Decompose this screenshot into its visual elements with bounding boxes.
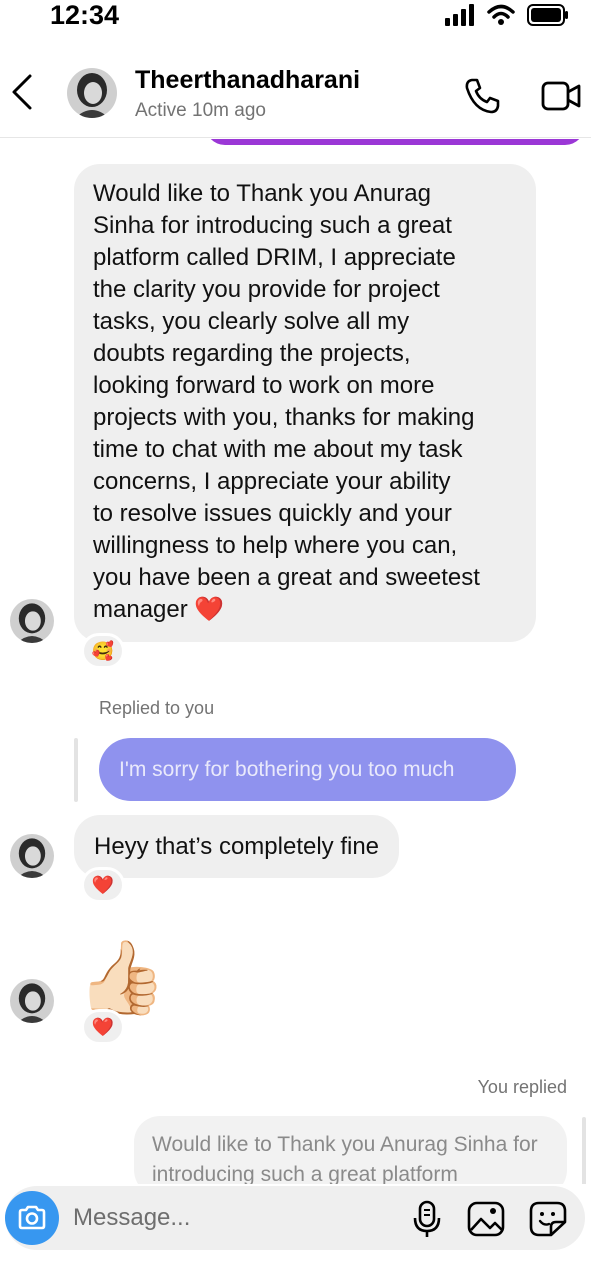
back-button[interactable] [8, 72, 38, 112]
video-camera-icon [541, 81, 581, 111]
camera-button[interactable] [5, 1191, 59, 1245]
replied-to-you-label: Replied to you [99, 698, 215, 718]
received-message-long[interactable]: Would like to Thank you Anurag Sinha for… [74, 164, 536, 642]
sender-avatar[interactable] [10, 834, 54, 878]
wifi-icon [487, 4, 515, 25]
message-thread[interactable]: Would like to Thank you Anurag Sinha for… [0, 139, 591, 1184]
received-message-short[interactable]: Heyy that’s completely fine [74, 815, 400, 878]
quoted-message[interactable]: I'm sorry for bothering you too much [99, 738, 516, 801]
contact-name[interactable]: Theerthanadharani [135, 66, 360, 95]
you-replied-label: You replied [477, 1077, 567, 1097]
contact-avatar[interactable] [67, 68, 117, 118]
sender-avatar[interactable] [10, 979, 54, 1023]
status-icons [445, 4, 569, 26]
signal-icon [445, 4, 474, 26]
sticker-icon [529, 1201, 567, 1237]
avatar-image [10, 599, 54, 643]
battery-icon [527, 4, 568, 26]
status-time: 12:34 [50, 0, 120, 30]
phone-icon [465, 78, 500, 114]
thumbs-up-message[interactable]: 👍🏻 [77, 933, 167, 1023]
avatar-image [10, 834, 54, 878]
message-reaction[interactable]: ❤️ [81, 1009, 125, 1045]
call-button[interactable] [462, 76, 502, 116]
sticker-button[interactable] [528, 1200, 568, 1238]
avatar-image [67, 68, 117, 118]
camera-icon [18, 1205, 46, 1230]
voice-message-button[interactable] [407, 1200, 447, 1238]
gallery-button[interactable] [466, 1200, 506, 1238]
avatar-image [10, 979, 54, 1023]
contact-status: Active 10m ago [135, 100, 266, 121]
microphone-icon [413, 1200, 441, 1237]
video-call-button[interactable] [540, 76, 582, 116]
message-reaction[interactable]: ❤️ [81, 867, 125, 903]
sender-avatar[interactable] [10, 599, 54, 643]
image-icon [467, 1201, 505, 1237]
my-quoted-message[interactable]: Would like to Thank you Anurag Sinha for… [134, 1116, 567, 1184]
reply-indicator-bar [582, 1117, 586, 1184]
chat-header: Theerthanadharani Active 10m ago [0, 50, 591, 138]
status-bar: 12:34 [0, 0, 591, 40]
sent-message-bubble-partial [205, 139, 585, 145]
message-input[interactable] [73, 1186, 393, 1250]
message-reaction[interactable]: 🥰 [81, 633, 125, 669]
message-composer [5, 1186, 585, 1250]
chevron-left-icon [12, 74, 32, 110]
reply-indicator-bar [74, 738, 78, 802]
